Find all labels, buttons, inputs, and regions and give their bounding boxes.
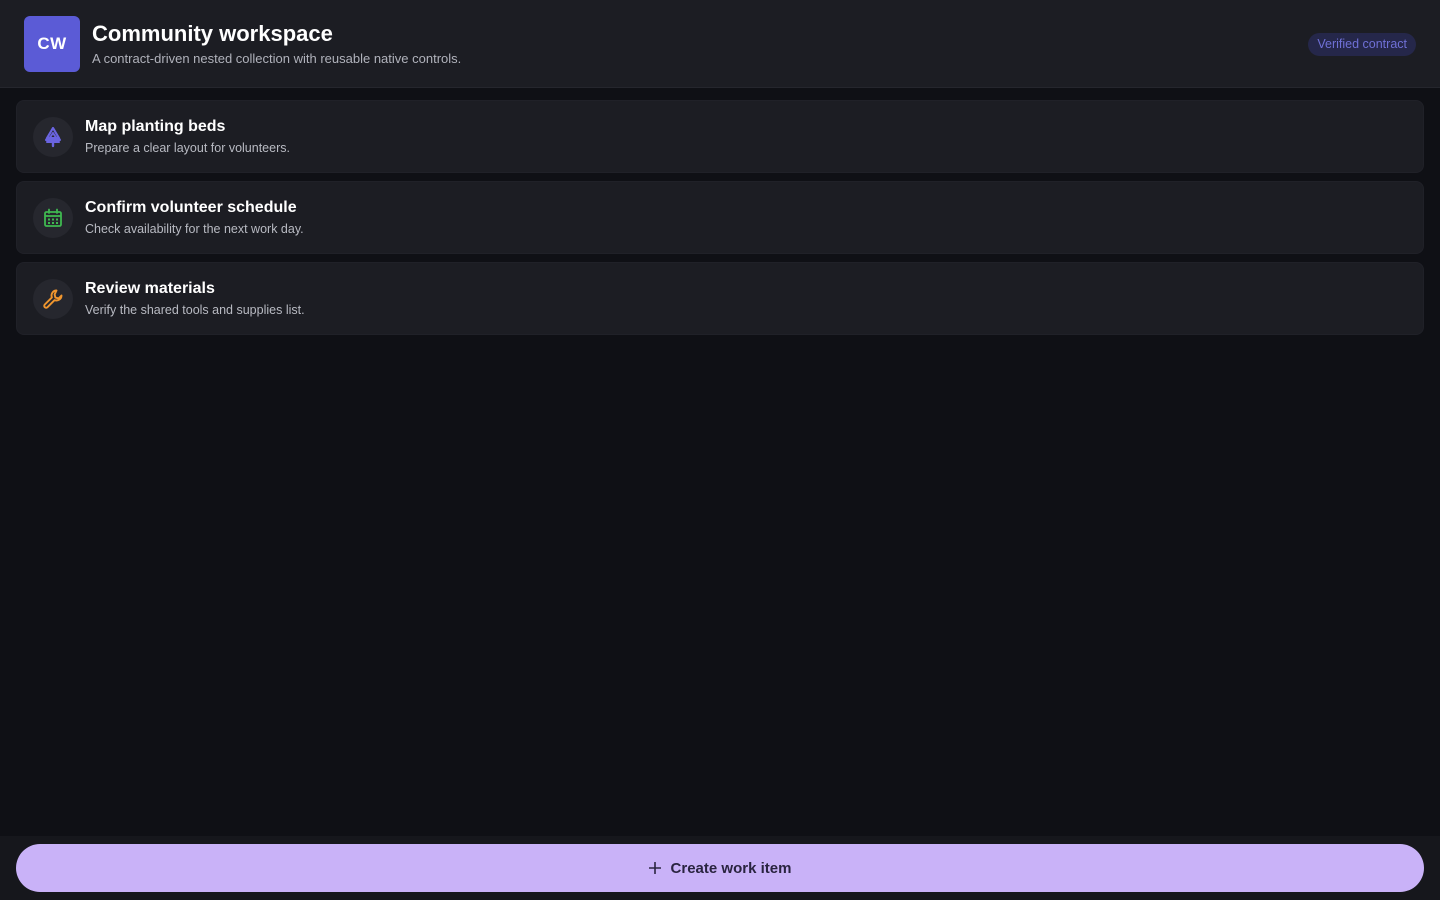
- work-item-description: Prepare a clear layout for volunteers.: [85, 141, 290, 155]
- page-title: Community workspace: [92, 20, 333, 46]
- work-item-text: Confirm volunteer schedule Check availab…: [85, 197, 304, 238]
- create-work-item-button[interactable]: Create work item: [16, 844, 1424, 892]
- footer-bar: Create work item: [0, 836, 1440, 900]
- work-item-map-planting-beds[interactable]: Map planting beds Prepare a clear layout…: [16, 100, 1424, 173]
- logo-text: CW: [37, 33, 67, 53]
- wrench-icon: [33, 278, 73, 319]
- work-item-text: Review materials Verify the shared tools…: [85, 278, 305, 319]
- work-item-title: Map planting beds: [85, 118, 226, 135]
- create-button-label: Create work item: [670, 859, 792, 877]
- workspace-logo: CW: [24, 15, 80, 72]
- status-badge: Verified contract: [1308, 33, 1416, 56]
- work-item-confirm-volunteer-schedule[interactable]: Confirm volunteer schedule Check availab…: [16, 181, 1424, 254]
- tree-icon: [33, 116, 73, 157]
- header-titles: Community workspace A contract-driven ne…: [92, 20, 461, 68]
- app-header: CW Community workspace A contract-driven…: [0, 0, 1440, 88]
- work-item-title: Review materials: [85, 280, 215, 297]
- work-item-list: Map planting beds Prepare a clear layout…: [16, 100, 1424, 335]
- work-item-description: Verify the shared tools and supplies lis…: [85, 303, 305, 317]
- plus-icon: [648, 862, 661, 874]
- calendar-icon: [33, 197, 73, 238]
- work-item-description: Check availability for the next work day…: [85, 222, 304, 236]
- page-subtitle: A contract-driven nested collection with…: [92, 50, 462, 66]
- work-item-text: Map planting beds Prepare a clear layout…: [85, 116, 290, 157]
- work-item-title: Confirm volunteer schedule: [85, 199, 297, 216]
- work-item-review-materials[interactable]: Review materials Verify the shared tools…: [16, 262, 1424, 335]
